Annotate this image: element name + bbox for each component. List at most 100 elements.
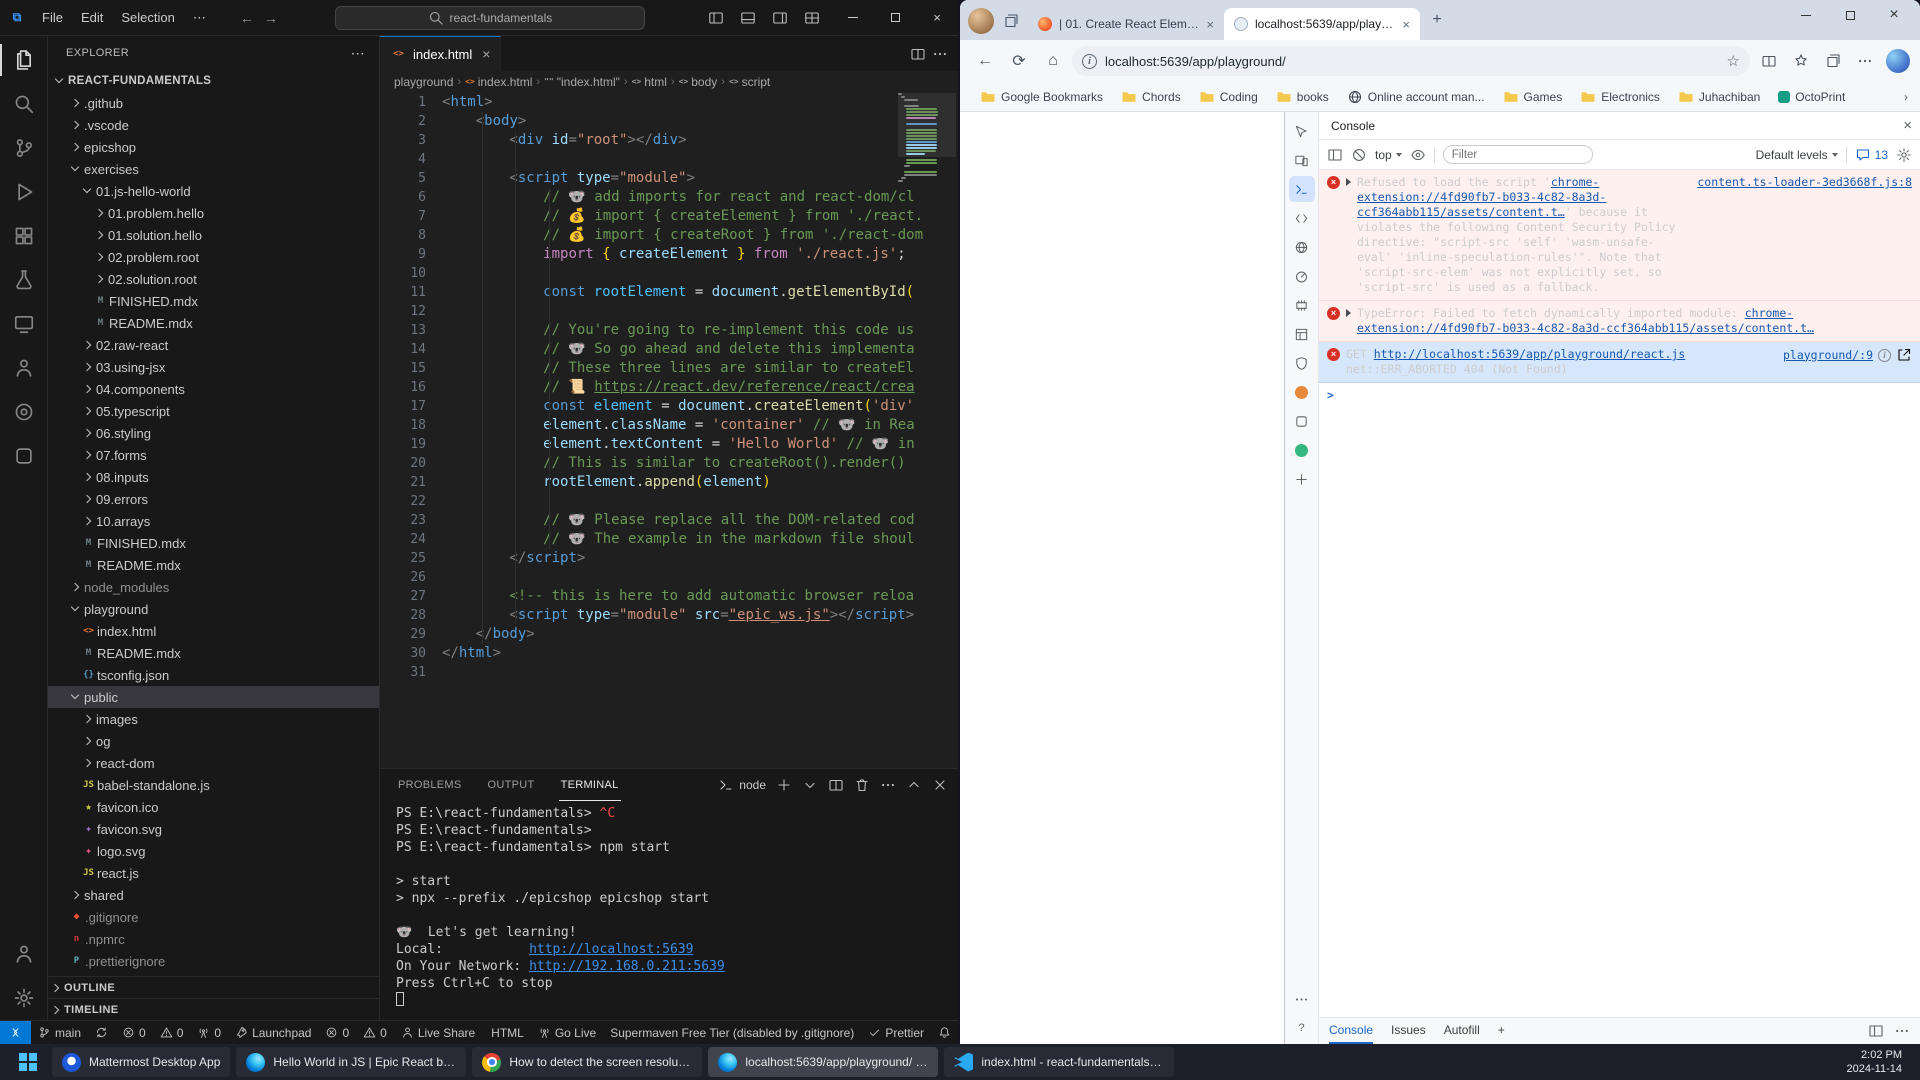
toggle-panel-icon[interactable] (734, 5, 762, 31)
tree-item-readme-mdx[interactable]: MREADME.mdx (48, 312, 379, 334)
tree-item-babel-standalone-js[interactable]: JSbabel-standalone.js (48, 774, 379, 796)
navigate-forward-button[interactable]: → (264, 10, 278, 26)
browser-home-button[interactable]: ⌂ (1038, 46, 1068, 76)
manage-icon[interactable] (0, 976, 48, 1020)
close-button[interactable]: × (1872, 0, 1916, 30)
terminal-link[interactable]: http://localhost:5639 (529, 942, 693, 957)
devtools-close-icon[interactable]: × (1903, 117, 1912, 134)
extensions-icon[interactable] (0, 214, 48, 258)
tree-item-08-inputs[interactable]: 08.inputs (48, 466, 379, 488)
close-tab-icon[interactable]: × (1402, 17, 1410, 32)
tree-item-images[interactable]: images (48, 708, 379, 730)
minimize-button[interactable] (1784, 0, 1828, 30)
breadcrumb-item[interactable]: <>html (632, 75, 667, 89)
taskbar-button-chrome[interactable]: How to detect the screen resoluti... (472, 1047, 702, 1077)
favorite-juhachiban[interactable]: Juhachiban (1670, 86, 1768, 108)
breadcrumb-item[interactable]: """index.html" (544, 75, 620, 89)
section-outline[interactable]: OUTLINE (48, 976, 379, 998)
message-link[interactable]: http://localhost:5639/app/playground/rea… (1374, 347, 1686, 361)
code-line-14[interactable]: 14 // 🐨 So go ahead and delete this impl… (380, 340, 958, 359)
code-line-8[interactable]: 8 // 💰 import { createRoot } from './rea… (380, 226, 958, 245)
tree-item--prettierignore[interactable]: P.prettierignore (48, 950, 379, 972)
tree-item--vscode[interactable]: .vscode (48, 114, 379, 136)
code-line-4[interactable]: 4 (380, 150, 958, 169)
run-and-debug-icon[interactable] (0, 170, 48, 214)
navigate-back-button[interactable]: ← (240, 10, 254, 26)
problems-warnings[interactable]: 0 (153, 1021, 191, 1044)
taskbar-button-vscode[interactable]: index.html - react-fundamentals -... (944, 1047, 1174, 1077)
network-tool-icon[interactable] (1289, 234, 1315, 260)
workshop-icon[interactable] (0, 434, 48, 478)
more-tools-icon[interactable] (1289, 986, 1315, 1012)
code-line-16[interactable]: 16 // 📜 https://react.dev/reference/reac… (380, 378, 958, 397)
expand-icon[interactable] (1346, 309, 1351, 317)
source-link[interactable]: content.ts-loader-3ed3668f.js:8 (1697, 175, 1912, 190)
terminal-link[interactable]: http://192.168.0.211:5639 (529, 959, 725, 974)
section-timeline[interactable]: TIMELINE (48, 998, 379, 1020)
browser-tab-2[interactable]: localhost:5639/app/playground/× (1224, 8, 1420, 40)
more-menu-icon[interactable] (1850, 46, 1880, 76)
warnings-secondary[interactable]: 0 (356, 1021, 394, 1044)
taskbar-button-edge[interactable]: Hello World in JS | Epic React by K... (236, 1047, 466, 1077)
source-control-icon[interactable] (0, 126, 48, 170)
language-mode[interactable]: HTML (484, 1021, 531, 1044)
console-message-2[interactable]: ×TypeError: Failed to fetch dynamically … (1319, 301, 1920, 342)
explorer-more-icon[interactable]: ⋯ (351, 45, 365, 62)
code-line-10[interactable]: 10 (380, 264, 958, 283)
memory-tool-icon[interactable] (1289, 292, 1315, 318)
terminal[interactable]: PS E:\react-fundamentals> ^CPS E:\react-… (380, 801, 958, 1020)
code-line-1[interactable]: 1<html> (380, 93, 958, 112)
code-line-7[interactable]: 7 // 💰 import { createElement } from './… (380, 207, 958, 226)
favorite-games[interactable]: Games (1495, 86, 1571, 108)
code-line-15[interactable]: 15 // These three lines are similar to c… (380, 359, 958, 378)
tree-item-02-solution-root[interactable]: 02.solution.root (48, 268, 379, 290)
remote-indicator[interactable] (0, 1021, 31, 1044)
live-share-icon[interactable] (0, 346, 48, 390)
collections-icon[interactable] (1818, 46, 1848, 76)
favorite-star-icon[interactable]: ☆ (1727, 52, 1740, 70)
favorite-coding[interactable]: Coding (1191, 86, 1266, 108)
tree-item-favicon-ico[interactable]: ★favicon.ico (48, 796, 379, 818)
address-bar[interactable]: i localhost:5639/app/playground/ ☆ (1072, 46, 1750, 76)
browser-tab-1[interactable]: | 01. Create React Elements | 🐨× (1028, 8, 1224, 40)
code-line-21[interactable]: 21 rootElement.append(element) (380, 473, 958, 492)
open-in-new-icon[interactable] (1896, 347, 1912, 363)
new-terminal-icon[interactable] (776, 777, 792, 793)
console-prompt[interactable]: > (1319, 383, 1920, 408)
tree-item-favicon-svg[interactable]: ✦favicon.svg (48, 818, 379, 840)
tree-item-10-arrays[interactable]: 10.arrays (48, 510, 379, 532)
tree-item-03-using-jsx[interactable]: 03.using-jsx (48, 356, 379, 378)
tree-item-01-solution-hello[interactable]: 01.solution.hello (48, 224, 379, 246)
panel-tab-output[interactable]: OUTPUT (486, 769, 537, 801)
code-line-9[interactable]: 9 import { createElement } from './react… (380, 245, 958, 264)
notifications[interactable] (931, 1021, 958, 1044)
split-editor-icon[interactable] (910, 46, 926, 62)
problems-errors[interactable]: 0 (115, 1021, 153, 1044)
supermaven[interactable]: Supermaven Free Tier (disabled by .gitig… (603, 1021, 861, 1044)
explorer-icon[interactable] (0, 38, 48, 82)
device-emulation-icon[interactable] (1289, 147, 1315, 173)
start-button[interactable] (10, 1047, 46, 1077)
live-expression-icon[interactable] (1410, 147, 1426, 163)
add-tools-icon[interactable] (1289, 466, 1315, 492)
help-icon[interactable]: ? (1289, 1015, 1315, 1041)
code-editor[interactable]: 1<html>2 <body>3 <div id="root"></div>45… (380, 93, 958, 768)
panel-tab-problems[interactable]: PROBLEMS (396, 769, 464, 801)
extension-cookie-icon[interactable] (1289, 379, 1315, 405)
tree-item-react-js[interactable]: JSreact.js (48, 862, 379, 884)
favorite-electronics[interactable]: Electronics (1572, 86, 1668, 108)
performance-tool-icon[interactable] (1289, 263, 1315, 289)
code-line-19[interactable]: 19 element.textContent = 'Hello World' /… (380, 435, 958, 454)
remote-explorer-icon[interactable] (0, 302, 48, 346)
testing-icon[interactable] (0, 258, 48, 302)
code-line-17[interactable]: 17 const element = document.createElemen… (380, 397, 958, 416)
minimap[interactable] (898, 93, 956, 243)
console-filter-input[interactable] (1443, 145, 1593, 164)
site-info-icon[interactable]: i (1082, 54, 1097, 69)
code-line-20[interactable]: 20 // This is similar to createRoot().re… (380, 454, 958, 473)
close-panel-icon[interactable] (932, 777, 948, 793)
terminal-dropdown-icon[interactable] (802, 777, 818, 793)
tree-item-epicshop[interactable]: epicshop (48, 136, 379, 158)
toggle-primary-sidebar-icon[interactable] (702, 5, 730, 31)
kill-terminal-icon[interactable] (854, 777, 870, 793)
